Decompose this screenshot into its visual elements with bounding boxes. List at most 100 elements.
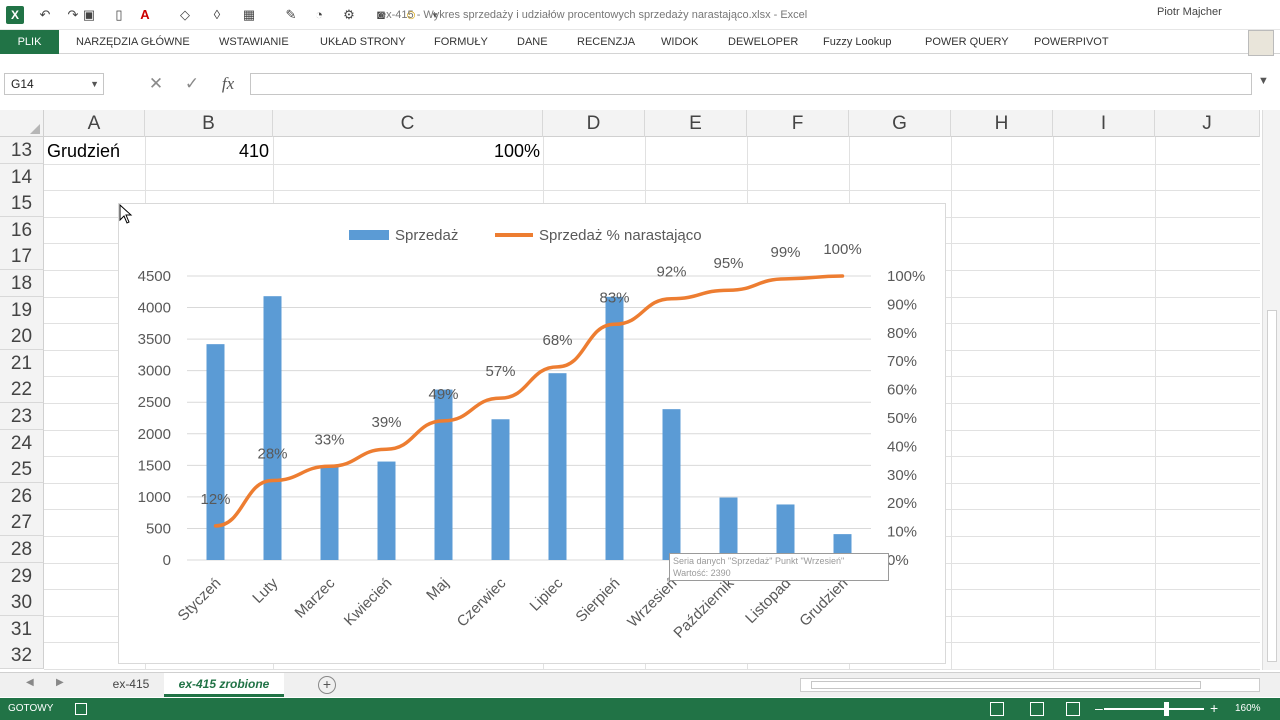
row-header-28[interactable]: 28 xyxy=(0,536,44,563)
row-header-21[interactable]: 21 xyxy=(0,349,44,377)
sheet-next-icon[interactable]: ▶ xyxy=(56,677,64,688)
formula-input[interactable] xyxy=(250,73,1252,95)
tab-power-query[interactable]: POWER QUERY xyxy=(925,30,1009,54)
column-header-e[interactable]: E xyxy=(645,110,747,137)
row-header-13[interactable]: 13 xyxy=(0,137,44,164)
zoom-out-button[interactable]: – xyxy=(1095,700,1103,716)
tab-file[interactable]: PLIK xyxy=(0,30,59,54)
x-category-label: Grudzień xyxy=(796,575,851,630)
bar-8 xyxy=(605,296,624,560)
x-category-label: Sierpień xyxy=(572,575,623,626)
tab-insert[interactable]: WSTAWIANIE xyxy=(219,30,289,54)
row-header-20[interactable]: 20 xyxy=(0,323,44,351)
y-left-tick-label: 3500 xyxy=(138,331,171,348)
tab-developer[interactable]: DEWELOPER xyxy=(728,30,798,54)
column-header-j[interactable]: J xyxy=(1155,110,1260,137)
macro-record-icon[interactable] xyxy=(75,703,87,715)
cell-b13[interactable]: 410 xyxy=(145,138,269,164)
expand-formula-icon[interactable]: ▼ xyxy=(1258,75,1269,87)
clear-icon[interactable]: ◊ xyxy=(208,6,226,24)
tab-fuzzy-lookup[interactable]: Fuzzy Lookup xyxy=(823,30,891,54)
vertical-scrollbar[interactable] xyxy=(1262,110,1280,670)
row-header-27[interactable]: 27 xyxy=(0,509,44,537)
row-header-24[interactable]: 24 xyxy=(0,429,44,457)
y-left-tick-label: 2500 xyxy=(138,394,171,411)
user-name[interactable]: Piotr Majcher xyxy=(1157,6,1222,18)
tab-formulas[interactable]: FORMUŁY xyxy=(434,30,488,54)
tab-powerpivot[interactable]: POWERPIVOT xyxy=(1034,30,1109,54)
enter-icon[interactable]: ✓ xyxy=(180,73,204,95)
cell-c13[interactable]: 100% xyxy=(273,138,540,164)
insert-function-icon[interactable]: fx xyxy=(216,73,240,95)
undo-icon[interactable]: ↶ xyxy=(36,6,54,24)
column-gridline xyxy=(951,137,952,670)
row-header-16[interactable]: 16 xyxy=(0,216,44,244)
avatar[interactable] xyxy=(1248,30,1274,56)
horizontal-scrollbar[interactable] xyxy=(800,678,1260,692)
column-header-c[interactable]: C xyxy=(273,110,543,137)
tab-data[interactable]: DANE xyxy=(517,30,548,54)
zoom-in-button[interactable]: + xyxy=(1210,700,1218,716)
font-color-icon[interactable]: A xyxy=(136,6,154,24)
line-data-label: 28% xyxy=(257,445,287,462)
row-header-30[interactable]: 30 xyxy=(0,589,44,617)
format-painter-icon[interactable]: ✎ xyxy=(282,6,300,24)
column-header-a[interactable]: A xyxy=(44,110,145,137)
row-header-25[interactable]: 25 xyxy=(0,456,44,484)
line-data-label: 68% xyxy=(542,332,572,349)
add-sheet-button[interactable]: + xyxy=(318,676,336,694)
column-header-f[interactable]: F xyxy=(747,110,849,137)
save-icon[interactable]: ▣ xyxy=(80,6,98,24)
new-file-icon[interactable]: ▯ xyxy=(110,6,128,24)
column-header-h[interactable]: H xyxy=(951,110,1053,137)
line-data-label: 57% xyxy=(485,363,515,380)
tab-page-layout[interactable]: UKŁAD STRONY xyxy=(320,30,406,54)
sheet-tab-ex-415[interactable]: ex-415 xyxy=(100,673,162,697)
row-header-19[interactable]: 19 xyxy=(0,296,44,324)
vertical-scrollbar-thumb[interactable] xyxy=(1267,310,1277,662)
normal-view-icon[interactable] xyxy=(990,702,1004,716)
y-right-tick-label: 100% xyxy=(887,268,925,285)
horizontal-scrollbar-thumb[interactable] xyxy=(811,681,1201,689)
tab-review[interactable]: RECENZJA xyxy=(577,30,635,54)
cancel-icon[interactable]: ✕ xyxy=(144,73,168,95)
column-header-g[interactable]: G xyxy=(849,110,951,137)
row-header-23[interactable]: 23 xyxy=(0,403,44,430)
x-category-label: Maj xyxy=(423,575,452,604)
name-box[interactable]: G14 ▼ xyxy=(4,73,104,95)
row-header-26[interactable]: 26 xyxy=(0,482,44,510)
row-header-14[interactable]: 14 xyxy=(0,163,44,191)
fill-color-icon[interactable]: ◇ xyxy=(176,6,194,24)
row-header-29[interactable]: 29 xyxy=(0,562,44,590)
link-icon[interactable]: ⚙ xyxy=(340,6,358,24)
zoom-slider[interactable] xyxy=(1104,708,1204,710)
borders-icon[interactable]: ▦ xyxy=(240,6,258,24)
row-header-18[interactable]: 18 xyxy=(0,270,44,297)
bar-7 xyxy=(548,373,567,560)
row-header-17[interactable]: 17 xyxy=(0,243,44,271)
row-header-32[interactable]: 32 xyxy=(0,642,44,670)
chart-icon[interactable]: ◔ xyxy=(310,6,328,24)
y-right-tick-label: 10% xyxy=(887,524,917,541)
zoom-slider-thumb[interactable] xyxy=(1164,702,1169,716)
y-right-tick-label: 70% xyxy=(887,353,917,370)
column-header-b[interactable]: B xyxy=(145,110,273,137)
sheet-tab-ex-415-zrobione[interactable]: ex-415 zrobione xyxy=(164,673,284,697)
sheet-prev-icon[interactable]: ◀ xyxy=(26,677,34,688)
chevron-down-icon[interactable]: ▼ xyxy=(90,74,99,94)
tab-home[interactable]: NARZĘDZIA GŁÓWNE xyxy=(76,30,190,54)
row-header-15[interactable]: 15 xyxy=(0,190,44,218)
y-right-tick-label: 60% xyxy=(887,382,917,399)
select-all-button[interactable] xyxy=(0,110,44,137)
column-header-d[interactable]: D xyxy=(543,110,645,137)
legend-label-bar: Sprzedaż xyxy=(395,227,458,244)
column-header-i[interactable]: I xyxy=(1053,110,1155,137)
page-layout-view-icon[interactable] xyxy=(1030,702,1044,716)
cell-a13[interactable]: Grudzień xyxy=(47,138,120,164)
zoom-level[interactable]: 160% xyxy=(1235,703,1261,714)
page-break-view-icon[interactable] xyxy=(1066,702,1080,716)
row-header-22[interactable]: 22 xyxy=(0,376,44,404)
combo-chart[interactable]: 0 500 1000 1500 2000 2500 3000 3500 4000 4500 0% 10… xyxy=(118,203,946,664)
row-header-31[interactable]: 31 xyxy=(0,615,44,643)
tab-view[interactable]: WIDOK xyxy=(661,30,698,54)
